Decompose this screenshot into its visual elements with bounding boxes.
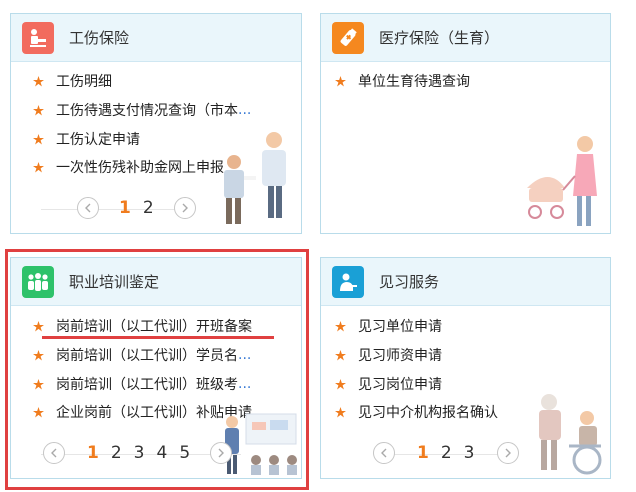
next-page-button[interactable] (173, 197, 196, 219)
star-icon (335, 320, 346, 331)
list-item-maternity-query[interactable]: 单位生育待遇查询 (335, 71, 470, 91)
star-icon (33, 378, 44, 389)
star-icon (335, 349, 346, 360)
elderly-wheelchair-illustration (539, 394, 602, 475)
prev-page-button[interactable] (77, 197, 99, 219)
list-item-label: 岗前培训（以工代训）班级考 (56, 377, 238, 393)
page-1-link[interactable]: 1 (119, 198, 131, 218)
list-item-label: 工伤明细 (56, 74, 112, 90)
doctor-illustration (224, 132, 286, 224)
star-icon (33, 75, 44, 86)
page-2-link[interactable]: 2 (441, 443, 452, 463)
card-injury-insurance: 工伤保险 工伤明细 工伤待遇支付情况查询（市本 ... 工伤认定申请 一次性伤残… (10, 13, 302, 234)
pagination: 1 2 3 (373, 442, 519, 464)
card-vocational-training: 职业培训鉴定 岗前培训（以工代训）开班备案 岗前培训（以工代训）学员名 ... … (10, 257, 302, 479)
pagination: 1 2 3 4 5 (43, 442, 233, 464)
list-item-label: 工伤待遇支付情况查询（市本 (56, 103, 238, 119)
prev-page-button[interactable] (43, 442, 65, 464)
list-item-label: 一次性伤残补助金网上申报 (56, 160, 224, 176)
list-item-label: 岗前培训（以工代训）学员名 (56, 348, 238, 364)
page-2-link[interactable]: 2 (111, 443, 122, 463)
prev-page-button[interactable] (373, 442, 395, 464)
card-title: 职业培训鉴定 (69, 273, 160, 291)
list-item-intern-position[interactable]: 见习岗位申请 (335, 374, 442, 394)
list-item-injury-payment-query[interactable]: 工伤待遇支付情况查询（市本 ... (33, 100, 251, 120)
card-title: 医疗保险（生育） (379, 29, 500, 47)
pagination: 1 2 (77, 197, 196, 219)
list-item-label: 工伤认定申请 (56, 132, 140, 148)
card-internship-service: 见习服务 见习单位申请 见习师资申请 见习岗位申请 见习中介机构报名确认 1 2… (320, 257, 611, 479)
list-item-label: 见习中介机构报名确认 (358, 405, 498, 421)
star-icon (33, 161, 44, 172)
star-icon (33, 349, 44, 360)
page-5-link[interactable]: 5 (179, 443, 190, 463)
page-4-link[interactable]: 4 (157, 443, 168, 463)
star-icon (335, 406, 346, 417)
star-icon (33, 133, 44, 144)
people-group-icon (22, 265, 54, 298)
ellipsis: ... (238, 347, 252, 363)
page-3-link[interactable]: 3 (134, 443, 145, 463)
card-title: 见习服务 (379, 273, 440, 291)
star-icon (33, 320, 44, 331)
star-icon (33, 104, 44, 115)
mother-stroller-illustration (527, 136, 597, 226)
card-header: 职业培训鉴定 (11, 258, 301, 306)
injured-person-icon (22, 21, 54, 54)
ellipsis: ... (238, 102, 252, 118)
list-item-intern-unit[interactable]: 见习单位申请 (335, 316, 442, 336)
list-item-label: 岗前培训（以工代训）开班备案 (56, 319, 252, 335)
list-item-class-exam[interactable]: 岗前培训（以工代训）班级考 ... (33, 374, 251, 394)
card-header: 工伤保险 (11, 14, 301, 62)
card-title: 工伤保险 (69, 29, 130, 47)
list-item-injury-recognition[interactable]: 工伤认定申请 (33, 129, 140, 149)
list-item-agency-registration[interactable]: 见习中介机构报名确认 (335, 402, 498, 422)
star-icon (335, 75, 346, 86)
medicine-bottle-icon (332, 21, 364, 54)
card-header: 医疗保险（生育） (321, 14, 610, 62)
star-icon (33, 406, 44, 417)
list-item-intern-mentor[interactable]: 见习师资申请 (335, 345, 442, 365)
list-item-label: 见习单位申请 (358, 319, 442, 335)
next-page-button[interactable] (210, 442, 233, 464)
page-2-link[interactable]: 2 (143, 198, 154, 218)
star-icon (335, 378, 346, 389)
list-item-disability-subsidy[interactable]: 一次性伤残补助金网上申报 (33, 157, 224, 177)
list-item-trainee-list[interactable]: 岗前培训（以工代训）学员名 ... (33, 345, 251, 365)
card-header: 见习服务 (321, 258, 610, 306)
list-item-class-registration[interactable]: 岗前培训（以工代训）开班备案 (33, 316, 252, 336)
page-3-link[interactable]: 3 (464, 443, 475, 463)
card-medical-insurance: 医疗保险（生育） 单位生育待遇查询 (320, 13, 611, 234)
ellipsis: ... (238, 376, 252, 392)
highlight-underline (42, 336, 274, 339)
list-item-label: 见习岗位申请 (358, 377, 442, 393)
person-at-desk-icon (332, 265, 364, 298)
list-item-label: 见习师资申请 (358, 348, 442, 364)
next-page-button[interactable] (496, 442, 519, 464)
list-item-injury-detail[interactable]: 工伤明细 (33, 71, 112, 91)
page-1-link[interactable]: 1 (87, 443, 99, 463)
page-1-link[interactable]: 1 (417, 443, 429, 463)
list-item-label: 单位生育待遇查询 (358, 74, 470, 90)
